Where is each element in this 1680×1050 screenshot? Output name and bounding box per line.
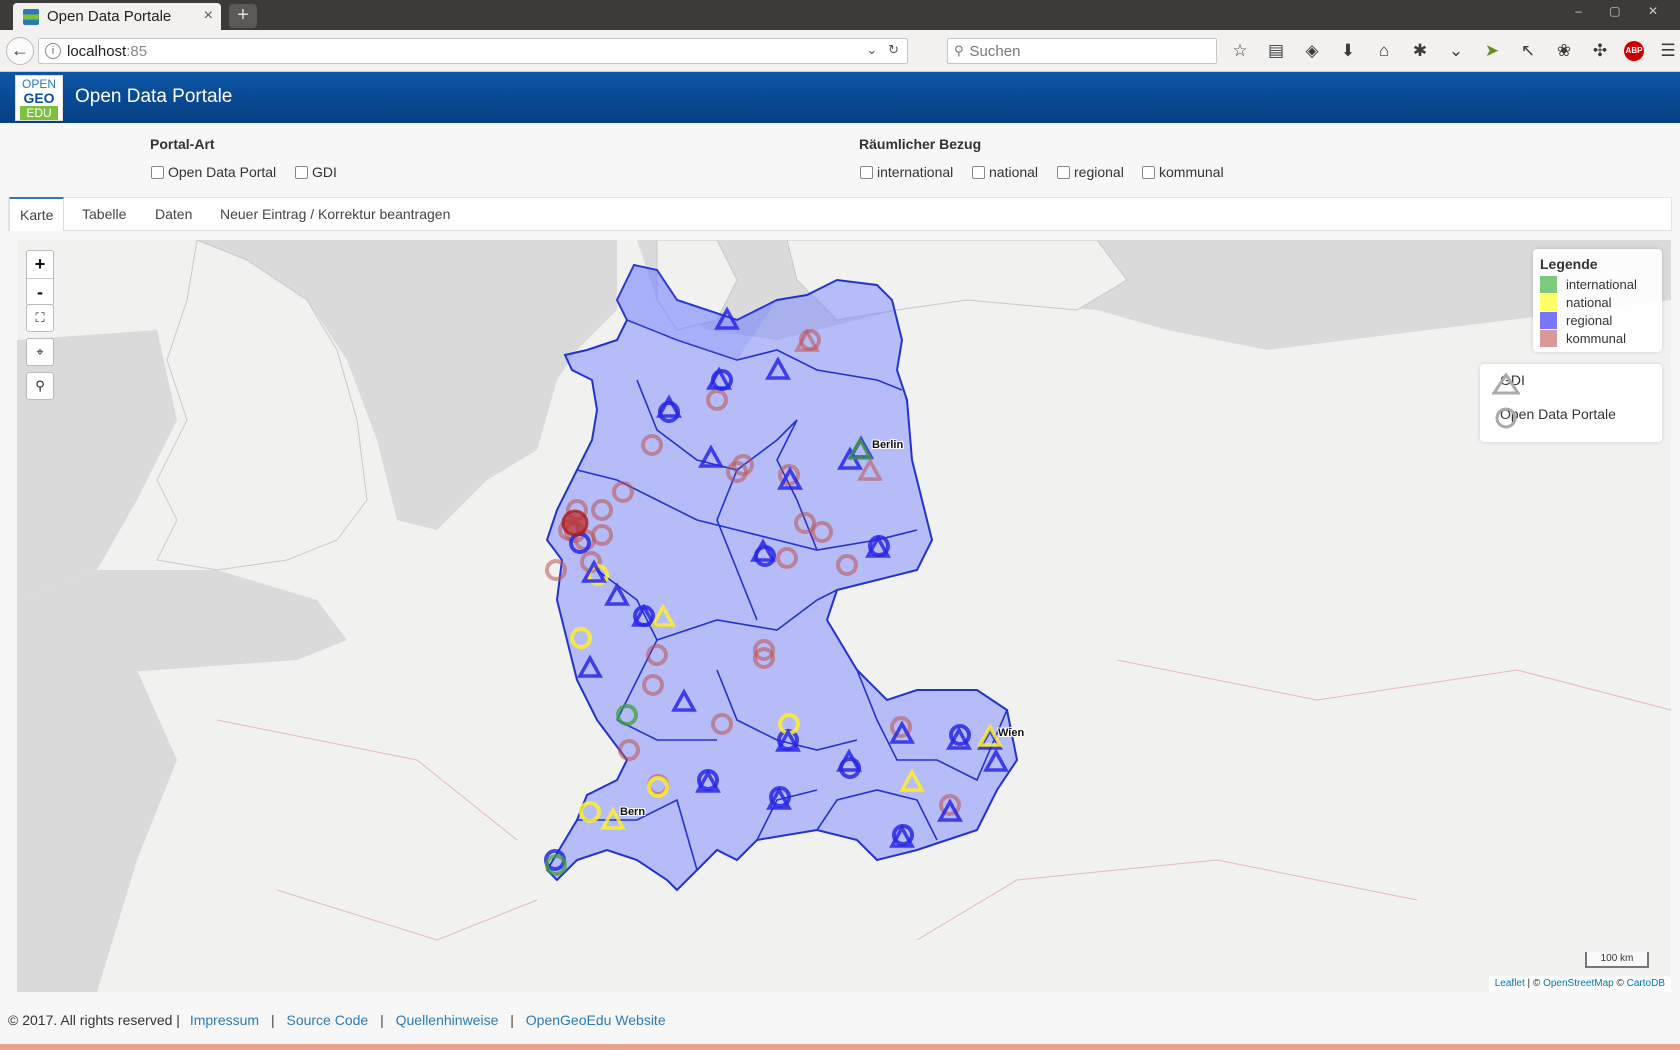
carto-link[interactable]: CartoDB (1627, 978, 1665, 989)
quellenhinweise-link[interactable]: Quellenhinweise (396, 1012, 499, 1028)
legend-title: Legende (1540, 256, 1598, 272)
legend-swatch (1540, 293, 1557, 311)
portal-type-title: Portal-Art (150, 136, 215, 152)
map-search-icon[interactable]: ⚲ (26, 372, 54, 400)
menu-icon[interactable]: ☰ (1656, 39, 1680, 63)
browser-tab-bar: Open Data Portale × + – ▢ ✕ (0, 0, 1680, 30)
city-label-wien: Wien (998, 727, 1025, 739)
extension-icon[interactable]: ✣ (1588, 39, 1612, 63)
adblock-icon[interactable]: ABP (1624, 41, 1644, 61)
shape-legend-gdi: GDI (1492, 372, 1525, 395)
legend-item-national: national (1540, 293, 1655, 311)
filter-gdi[interactable]: GDI (295, 164, 337, 180)
search-placeholder: Suchen (969, 42, 1021, 60)
back-button[interactable]: ← (6, 37, 34, 65)
marker-cluster[interactable] (561, 509, 589, 537)
impressum-link[interactable]: Impressum (190, 1012, 259, 1028)
spatial-title: Räumlicher Bezug (859, 136, 982, 152)
pocket-check-icon[interactable]: ⌄ (1444, 39, 1468, 63)
bottom-bar (0, 1044, 1680, 1050)
close-tab-icon[interactable]: × (204, 7, 213, 25)
opengeoedu-logo[interactable]: OPEN GEO EDU (15, 75, 63, 121)
checkbox[interactable] (972, 165, 985, 179)
app-header: OPEN GEO EDU Open Data Portale (0, 72, 1680, 123)
search-icon: ⚲ (954, 43, 964, 58)
copyright: © 2017. All rights reserved | (8, 1012, 180, 1028)
url-port: :85 (126, 42, 148, 60)
legend-swatch (1540, 275, 1557, 293)
checkbox[interactable] (1057, 165, 1070, 179)
filter-national[interactable]: national (972, 164, 1038, 180)
leaflet-link[interactable]: Leaflet (1495, 978, 1525, 989)
download-icon[interactable]: ⬇ (1336, 39, 1360, 63)
map[interactable]: + - ⛶ ⌖ ⚲ Berlin Wien Bern Legende inter… (17, 240, 1671, 992)
extension-icon[interactable]: ✱ (1408, 39, 1432, 63)
cursor-extension-icon[interactable]: ➤ (1480, 39, 1504, 63)
zoom-in-button[interactable]: + (27, 251, 53, 278)
legend-swatch (1540, 329, 1557, 347)
scale-bar: 100 km (1585, 952, 1649, 968)
favicon-icon (23, 8, 39, 25)
url-host: localhost (67, 42, 127, 60)
browser-nav-bar: ← i localhost :85 ⌄ ↻ ⚲ Suchen ☆ ▤ ◈ ⬇ ⌂… (0, 30, 1680, 72)
map-canvas[interactable] (17, 240, 1671, 992)
legend-item-regional: regional (1540, 311, 1655, 329)
view-tabs: Karte Tabelle Daten Neuer Eintrag / Korr… (8, 197, 1672, 231)
browser-toolbar: ☆ ▤ ◈ ⬇ ⌂ ✱ ⌄ ➤ ↖ ❀ ✣ ABP ☰ (1228, 39, 1680, 63)
share-icon[interactable]: ↖ (1516, 39, 1540, 63)
extension-icon[interactable]: ❀ (1552, 39, 1576, 63)
reload-icon[interactable]: ⌄ ↻ (866, 42, 899, 58)
zoom-out-button[interactable]: - (27, 278, 53, 305)
city-label-bern: Bern (620, 806, 646, 818)
fullscreen-icon[interactable]: ⛶ (26, 304, 54, 332)
shape-legend-odp: Open Data Portale (1492, 406, 1616, 429)
checkbox[interactable] (295, 165, 308, 179)
reader-view-icon[interactable]: ▤ (1264, 39, 1288, 63)
city-label-berlin: Berlin (872, 439, 904, 451)
reset-view-icon[interactable]: ⌖ (26, 338, 54, 366)
tab-neuer-eintrag[interactable]: Neuer Eintrag / Korrektur beantragen (220, 198, 450, 231)
osm-link[interactable]: OpenStreetMap (1543, 978, 1614, 989)
triangle-icon (1492, 372, 1520, 395)
window-controls[interactable]: – ▢ ✕ (1575, 4, 1670, 18)
checkbox[interactable] (860, 165, 873, 179)
zoom-control: + - (26, 250, 54, 306)
browser-tab-title: Open Data Portale (47, 8, 172, 25)
tab-tabelle[interactable]: Tabelle (82, 198, 126, 231)
filter-regional[interactable]: regional (1057, 164, 1124, 180)
source-code-link[interactable]: Source Code (286, 1012, 368, 1028)
home-icon[interactable]: ⌂ (1372, 39, 1396, 63)
legend-swatch (1540, 311, 1557, 329)
footer: © 2017. All rights reserved | Impressum … (8, 1012, 666, 1028)
map-attribution: Leaflet | © OpenStreetMap © CartoDB (1488, 976, 1671, 992)
tab-karte[interactable]: Karte (9, 197, 65, 231)
legend-item-international: international (1540, 275, 1655, 293)
pocket-icon[interactable]: ◈ (1300, 39, 1324, 63)
circle-icon (1495, 407, 1517, 429)
bookmark-star-icon[interactable]: ☆ (1228, 39, 1252, 63)
shape-legend: GDI Open Data Portale (1480, 364, 1662, 442)
opengeoedu-website-link[interactable]: OpenGeoEdu Website (526, 1012, 666, 1028)
browser-tab[interactable]: Open Data Portale × (13, 3, 221, 30)
filter-open-data-portal[interactable]: Open Data Portal (151, 164, 276, 180)
filter-panel: Portal-Art Open Data Portal GDI Räumlich… (0, 123, 1680, 196)
filter-international[interactable]: international (860, 164, 953, 180)
new-tab-button[interactable]: + (229, 4, 257, 28)
color-legend: Legende international national regional … (1533, 249, 1662, 352)
legend-item-kommunal: kommunal (1540, 329, 1655, 347)
filter-kommunal[interactable]: kommunal (1142, 164, 1224, 180)
checkbox[interactable] (1142, 165, 1155, 179)
tab-daten[interactable]: Daten (155, 198, 192, 231)
checkbox[interactable] (151, 165, 164, 179)
search-bar[interactable]: ⚲ Suchen (947, 38, 1217, 64)
app-title: Open Data Portale (75, 86, 233, 107)
url-bar[interactable]: i localhost :85 ⌄ ↻ (38, 38, 908, 64)
info-icon[interactable]: i (45, 43, 61, 59)
